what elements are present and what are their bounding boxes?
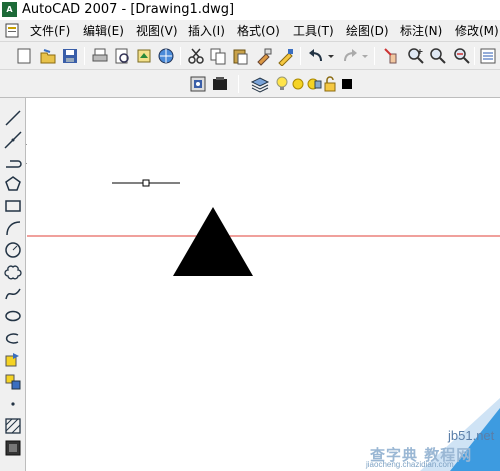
match-properties-icon[interactable] xyxy=(254,46,274,66)
3d-dwf-icon[interactable] xyxy=(156,46,176,66)
paste-icon[interactable] xyxy=(230,46,250,66)
menu-format[interactable]: 格式(O) xyxy=(237,23,280,39)
menu-modify[interactable]: 修改(M) xyxy=(455,23,499,39)
copy-icon[interactable] xyxy=(208,46,228,66)
toolbar-separator xyxy=(180,47,181,65)
ellipse-arc-icon[interactable] xyxy=(3,328,23,348)
title-bar: A AutoCAD 2007 - [Drawing1.dwg] xyxy=(0,0,500,20)
menu-draw[interactable]: 绘图(D) xyxy=(346,23,389,39)
redo-dropdown-icon[interactable] xyxy=(360,46,370,66)
window-title: AutoCAD 2007 - [Drawing1.dwg] xyxy=(22,2,235,17)
new-file-icon[interactable] xyxy=(14,46,34,66)
layer-manager-icon[interactable] xyxy=(250,74,270,94)
zoom-window-icon[interactable] xyxy=(428,46,448,66)
zoom-previous-icon[interactable] xyxy=(452,46,472,66)
filled-triangle[interactable] xyxy=(173,207,253,276)
print-icon[interactable] xyxy=(90,46,110,66)
spline-icon[interactable] xyxy=(3,284,23,304)
revision-cloud-icon[interactable] xyxy=(3,262,23,282)
polygon-icon[interactable] xyxy=(3,174,23,194)
cut-icon[interactable] xyxy=(186,46,206,66)
gradient-icon[interactable] xyxy=(3,438,23,458)
save-icon[interactable] xyxy=(60,46,80,66)
line-icon[interactable] xyxy=(3,108,23,128)
watermark-site: jb51.net xyxy=(448,428,495,443)
menu-edit[interactable]: 编辑(E) xyxy=(83,23,124,39)
menu-bar: 文件(F) 编辑(E) 视图(V) 插入(I) 格式(O) 工具(T) 绘图(D… xyxy=(0,20,500,42)
block-editor-icon[interactable] xyxy=(276,46,296,66)
menu-dimension[interactable]: 标注(N) xyxy=(400,23,442,39)
rectangle-icon[interactable] xyxy=(3,196,23,216)
menu-insert[interactable]: 插入(I) xyxy=(188,23,225,39)
layer-thaw-sun-icon[interactable] xyxy=(290,74,306,94)
standard-toolbar xyxy=(0,42,500,70)
autocad-app-icon[interactable]: A xyxy=(2,2,17,17)
insert-block-icon[interactable] xyxy=(3,350,23,370)
layer-unlock-icon[interactable] xyxy=(322,74,338,94)
construction-line-icon[interactable] xyxy=(3,130,23,150)
layer-on-bulb-icon[interactable] xyxy=(274,74,290,94)
layer-viewport-icon[interactable] xyxy=(306,74,322,94)
print-preview-icon[interactable] xyxy=(112,46,132,66)
my-workspace-icon[interactable] xyxy=(210,74,230,94)
hatch-icon[interactable] xyxy=(3,416,23,436)
redo-icon[interactable] xyxy=(340,46,360,66)
toolbar-separator xyxy=(374,47,375,65)
menu-tools[interactable]: 工具(T) xyxy=(293,23,334,39)
circle-icon[interactable] xyxy=(3,240,23,260)
ellipse-icon[interactable] xyxy=(3,306,23,326)
toolbar-separator xyxy=(300,47,301,65)
properties-icon[interactable] xyxy=(478,46,498,66)
watermark: jb51.net 查字典 教程网 jiaocheng.chazidian.com xyxy=(360,398,500,471)
arc-icon[interactable] xyxy=(3,218,23,238)
document-icon[interactable] xyxy=(5,23,19,38)
publish-icon[interactable] xyxy=(134,46,154,66)
workspace-settings-icon[interactable] xyxy=(188,74,208,94)
pan-realtime-icon[interactable] xyxy=(382,46,402,66)
point-icon[interactable] xyxy=(3,394,23,414)
menu-view[interactable]: 视图(V) xyxy=(136,23,178,39)
draw-toolbar xyxy=(0,98,26,471)
workspace-layers-toolbar: ▼ 0 xyxy=(0,70,500,164)
undo-dropdown-icon[interactable] xyxy=(326,46,336,66)
layer-color-swatch[interactable] xyxy=(340,74,354,94)
watermark-url: jiaocheng.chazidian.com xyxy=(366,460,454,469)
polyline-icon[interactable] xyxy=(3,152,23,172)
toolbar-separator xyxy=(474,47,475,65)
menu-file[interactable]: 文件(F) xyxy=(30,23,70,39)
make-block-icon[interactable] xyxy=(3,372,23,392)
undo-icon[interactable] xyxy=(306,46,326,66)
zoom-realtime-icon[interactable] xyxy=(406,46,426,66)
toolbar-separator xyxy=(238,75,239,93)
grip-handle[interactable] xyxy=(142,179,150,187)
toolbar-separator xyxy=(84,47,85,65)
open-file-icon[interactable] xyxy=(38,46,58,66)
